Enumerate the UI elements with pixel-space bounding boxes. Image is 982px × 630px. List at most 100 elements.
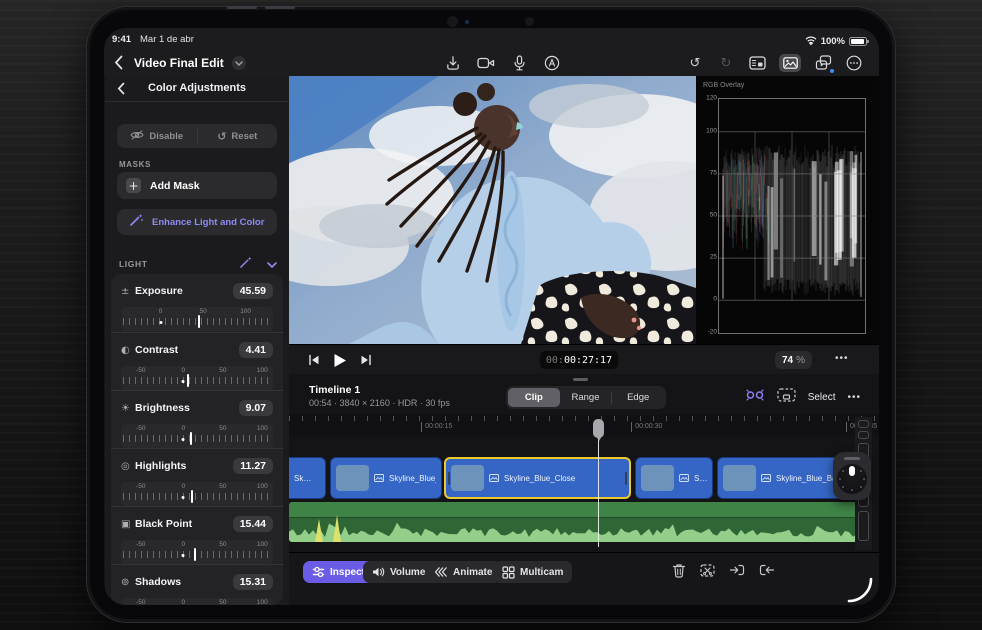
light-section-header: LIGHT xyxy=(119,256,277,272)
viewer-zoom-button[interactable]: 74% xyxy=(775,351,813,369)
highlights-value[interactable]: 11.27 xyxy=(233,458,273,474)
exposure-slider[interactable]: 0 50 100 xyxy=(121,307,273,331)
delete-clip-icon[interactable] xyxy=(672,563,686,583)
auto-enhance-icon[interactable] xyxy=(239,255,253,274)
scroll-handle[interactable] xyxy=(857,420,869,428)
photo-icon xyxy=(679,474,689,482)
timeline-ruler[interactable]: 00:00:1500:00:3000:00:45 xyxy=(289,414,879,436)
undo-icon[interactable]: ↺ xyxy=(686,54,704,72)
capture-tools xyxy=(444,54,561,72)
contrast-value[interactable]: 4.41 xyxy=(238,342,273,358)
mode-edge[interactable]: Edge xyxy=(612,388,664,407)
jog-dial[interactable] xyxy=(837,464,867,494)
volume-button xyxy=(227,6,257,9)
back-icon[interactable] xyxy=(114,55,123,75)
browser-panel-icon[interactable] xyxy=(748,54,766,72)
jog-wheel[interactable] xyxy=(833,452,871,500)
front-camera-icon xyxy=(447,16,458,27)
insert-clip-icon[interactable] xyxy=(729,563,745,583)
jog-handle[interactable] xyxy=(844,457,860,460)
microphone-icon[interactable] xyxy=(510,54,528,72)
slider-thumb[interactable] xyxy=(189,432,192,445)
timecode-display[interactable]: 00: 00:27:17 xyxy=(540,351,618,369)
effects-icon[interactable] xyxy=(814,54,834,73)
reset-label: Reset xyxy=(231,130,258,142)
import-media-icon[interactable] xyxy=(444,54,462,72)
skip-forward-icon[interactable] xyxy=(357,352,375,368)
slider-black-point: ▣ Black Point 15.44 -50 0 50 100 xyxy=(111,506,283,564)
light-section-label: LIGHT xyxy=(119,259,148,269)
tick-label: 50 xyxy=(199,308,207,315)
slider-contrast: ◐ Contrast 4.41 -50 0 50 100 xyxy=(111,332,283,390)
clip-skyline-blue-wide[interactable]: Skyline_Blue_Wide xyxy=(330,457,442,499)
scope-y-axis: 120 100 75 50 25 0 -20 xyxy=(703,94,717,336)
slider-thumb[interactable] xyxy=(198,315,201,328)
timeline-more-icon[interactable]: ••• xyxy=(847,392,861,403)
black-point-icon: ▣ xyxy=(121,518,131,530)
chevron-down-icon[interactable] xyxy=(232,56,246,70)
redo-icon[interactable]: ↻ xyxy=(717,54,735,72)
clip-skyline-short[interactable]: S… xyxy=(635,457,713,499)
overwrite-clip-icon[interactable] xyxy=(759,563,775,583)
clip-skyline-partial[interactable]: Sk… xyxy=(289,457,326,499)
scroll-segment[interactable] xyxy=(857,511,869,541)
more-icon[interactable] xyxy=(845,54,863,72)
record-video-icon[interactable] xyxy=(477,54,495,72)
mode-clip[interactable]: Clip xyxy=(508,388,560,407)
tick-label: 100 xyxy=(256,483,268,490)
timeline-meta: 00:54 · 3840 × 2160 · HDR · 30 fps xyxy=(309,398,450,408)
scroll-handle[interactable] xyxy=(857,431,869,439)
split-clip-icon[interactable] xyxy=(700,563,715,583)
select-tool-icon[interactable] xyxy=(777,388,796,407)
media-browser-icon[interactable] xyxy=(779,54,801,72)
annotate-icon[interactable] xyxy=(543,54,561,72)
play-icon[interactable] xyxy=(331,352,349,368)
tick-ruler xyxy=(123,493,271,500)
multicam-button[interactable]: Multicam xyxy=(493,561,573,583)
black-point-slider[interactable]: -50 0 50 100 xyxy=(121,540,273,564)
slider-brightness: ☀ Brightness 9.07 -50 0 50 100 xyxy=(111,390,283,448)
project-title[interactable]: Video Final Edit xyxy=(134,56,224,70)
volume-button[interactable]: Volume xyxy=(363,561,435,583)
timeline-drag-handle[interactable] xyxy=(573,378,588,381)
tick-label: 100 xyxy=(256,367,268,374)
highlights-slider[interactable]: -50 0 50 100 xyxy=(121,482,273,506)
contrast-slider[interactable]: -50 0 50 100 xyxy=(121,366,273,390)
mode-range[interactable]: Range xyxy=(560,388,612,407)
scope-waveform xyxy=(718,98,866,334)
black-point-value[interactable]: 15.44 xyxy=(232,516,273,532)
scope-title: RGB Overlay xyxy=(703,82,745,89)
shadows-value[interactable]: 15.31 xyxy=(232,574,273,590)
contrast-icon: ◐ xyxy=(121,344,130,356)
connect-clips-icon[interactable] xyxy=(745,388,765,407)
tick-ruler xyxy=(123,377,271,384)
collapse-chevron-icon[interactable] xyxy=(267,255,277,273)
video-preview[interactable] xyxy=(289,76,696,344)
tick-label: 100 xyxy=(256,599,268,605)
playhead-handle[interactable] xyxy=(593,419,604,441)
brightness-value[interactable]: 9.07 xyxy=(238,400,273,416)
add-mask-button[interactable]: + Add Mask xyxy=(117,172,277,199)
slider-thumb[interactable] xyxy=(186,374,189,387)
exposure-value[interactable]: 45.59 xyxy=(232,283,273,299)
default-marker xyxy=(181,554,185,557)
slider-thumb[interactable] xyxy=(194,548,197,561)
select-label[interactable]: Select xyxy=(808,392,836,403)
disable-button[interactable]: Disable xyxy=(117,129,197,143)
shadows-slider[interactable]: -50 0 50 100 xyxy=(121,598,273,605)
notification-dot xyxy=(830,69,834,73)
audio-track[interactable] xyxy=(289,502,857,542)
skip-back-icon[interactable] xyxy=(305,352,323,368)
enhance-button[interactable]: Enhance Light and Color xyxy=(117,209,277,235)
ipad-device: 9:41 Mar 1 de abr 100% Video Final Edit … xyxy=(86,6,896,623)
wifi-icon xyxy=(805,32,817,50)
brightness-slider[interactable]: -50 0 50 100 xyxy=(121,424,273,448)
playhead[interactable] xyxy=(592,417,605,547)
timeline-clips-track: Sk… Skyline_Blue_Wide Skyline_Blue_Close… xyxy=(289,457,857,499)
viewer-more-icon[interactable]: ••• xyxy=(835,353,849,364)
reset-button[interactable]: ↺ Reset xyxy=(198,130,278,143)
tick-label: 50 xyxy=(219,541,227,548)
slider-thumb[interactable] xyxy=(191,490,194,503)
animate-button[interactable]: Animate xyxy=(425,561,502,583)
scope-axis-label: 120 xyxy=(706,94,717,102)
